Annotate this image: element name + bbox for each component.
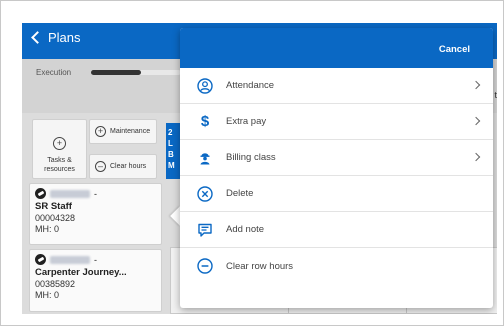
staff-mh: MH: 0	[35, 224, 60, 234]
menu-item-delete[interactable]: Delete	[180, 176, 493, 212]
name-separator: -	[94, 254, 97, 265]
x-circle-icon	[197, 185, 213, 202]
chevron-right-icon	[471, 80, 481, 90]
tasks-resources-button[interactable]: + Tasks & resources	[32, 119, 87, 179]
cancel-button[interactable]: Cancel	[439, 44, 470, 55]
staff-card[interactable]: - SR Staff 00004328 MH: 0	[29, 183, 162, 245]
chevron-right-icon	[471, 116, 481, 126]
menu-item-attendance[interactable]: Attendance	[180, 68, 493, 104]
maintenance-label: Maintenance	[110, 128, 151, 135]
execution-progress	[91, 70, 181, 75]
tasks-resources-label: Tasks & resources	[44, 157, 75, 173]
row-actions-popover: Cancel Attendance $ Extra pay Billing cl…	[180, 28, 493, 308]
actions-menu: Attendance $ Extra pay Billing class Del…	[180, 68, 493, 284]
menu-item-label: Attendance	[226, 80, 275, 91]
minus-circle-icon	[197, 258, 213, 274]
menu-item-extra-pay[interactable]: $ Extra pay	[180, 104, 493, 140]
user-circle-icon	[197, 77, 213, 94]
clear-hours-label: Clear hours	[110, 163, 147, 170]
menu-item-label: Clear row hours	[226, 260, 294, 272]
plus-circle-icon: +	[95, 126, 106, 137]
staff-mh: MH: 0	[35, 290, 60, 300]
staff-id: 00385892	[35, 279, 76, 289]
menu-item-label: Billing class	[226, 152, 276, 163]
menu-item-add-note[interactable]: Add note	[180, 212, 493, 248]
plus-circle-icon: +	[53, 137, 66, 150]
chevron-right-icon	[471, 152, 481, 162]
app-screen: Plans u Execution t + Tasks & resources …	[22, 23, 497, 314]
execution-label: Execution	[36, 68, 72, 77]
clear-hours-button[interactable]: – Clear hours	[89, 154, 157, 179]
redacted-name	[50, 189, 90, 198]
worker-icon	[197, 150, 213, 166]
subbar-edge-text: t	[494, 90, 497, 100]
popover-header: Cancel	[180, 28, 493, 68]
staff-title: SR Staff	[35, 201, 72, 212]
menu-item-label: Add note	[226, 224, 265, 235]
menu-item-label: Extra pay	[226, 116, 267, 127]
maintenance-button[interactable]: + Maintenance	[89, 119, 157, 144]
resource-avatar-icon	[35, 188, 46, 199]
name-separator: -	[94, 188, 97, 199]
screenshot-frame: Plans u Execution t + Tasks & resources …	[0, 0, 504, 326]
dollar-icon: $	[200, 113, 210, 130]
resource-avatar-icon	[35, 254, 46, 265]
back-button[interactable]: Plans	[30, 30, 81, 45]
staff-card[interactable]: - Carpenter Journey... 00385892 MH: 0	[29, 249, 162, 312]
redacted-name	[50, 255, 90, 264]
menu-item-label: Delete	[226, 188, 254, 199]
chevron-left-icon	[31, 31, 44, 44]
staff-title: Carpenter Journey...	[35, 267, 127, 278]
staff-id: 00004328	[35, 213, 76, 223]
note-icon	[197, 222, 213, 238]
execution-progress-fill	[91, 70, 141, 75]
minus-circle-icon: –	[95, 161, 106, 172]
back-label: Plans	[48, 30, 81, 45]
menu-item-billing-class[interactable]: Billing class	[180, 140, 493, 176]
menu-item-clear-row-hours[interactable]: Clear row hours	[180, 248, 493, 284]
